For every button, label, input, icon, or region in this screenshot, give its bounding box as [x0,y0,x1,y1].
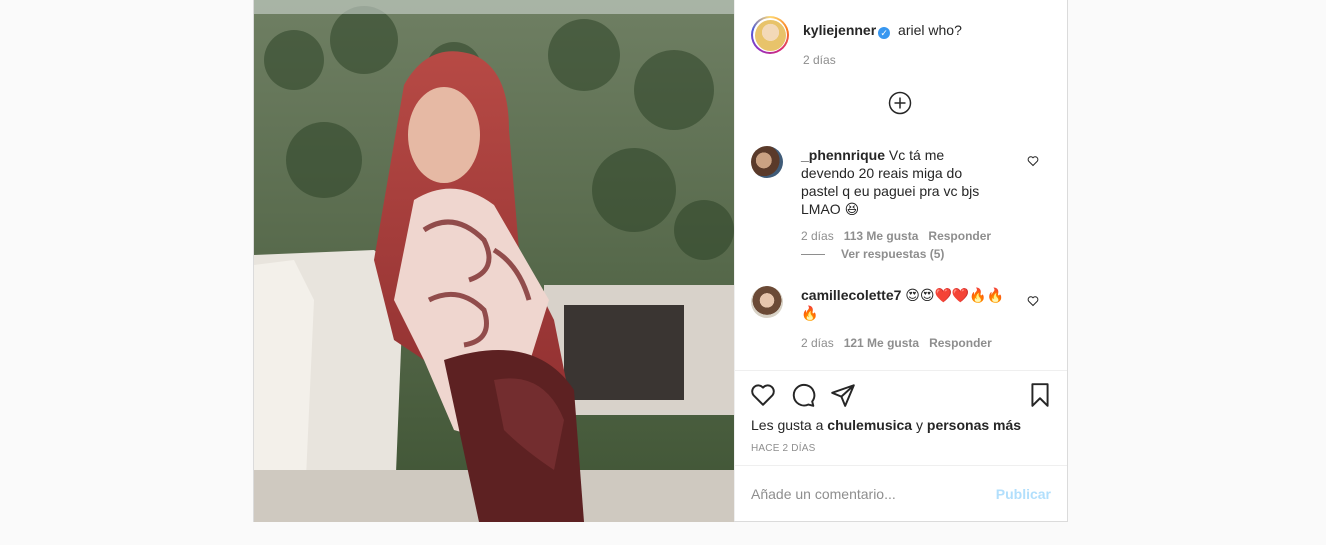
owner-avatar[interactable] [751,16,789,54]
comment-icon[interactable] [790,382,816,408]
action-bar: Les gusta a chulemusica y personas más H… [735,370,1067,465]
reply-button[interactable]: Responder [928,229,991,243]
caption-row: kyliejenner ✓ ariel who? 2 días [751,16,1051,67]
post-sidebar: kyliejenner ✓ ariel who? 2 días _phennriq… [734,0,1067,521]
likes-summary: Les gusta a chulemusica y personas más [751,417,1021,433]
comment-item: camillecolette7 😍😍❤️❤️🔥🔥🔥 2 días 121 Me g… [751,286,1051,350]
comment-username[interactable]: camillecolette7 [801,287,901,303]
caption-text: ariel who? [898,22,962,38]
avatar[interactable] [751,286,783,318]
publish-button[interactable]: Publicar [996,486,1051,502]
comment-like-icon[interactable] [1027,155,1039,167]
comment-likes[interactable]: 113 Me gusta [844,229,919,243]
verified-badge-icon: ✓ [878,27,891,39]
reply-button[interactable]: Responder [929,336,992,350]
bookmark-icon[interactable] [1027,382,1053,408]
comment-username[interactable]: _phennrique [801,147,885,163]
heart-icon[interactable] [750,382,776,408]
add-comment-bar: Añade un comentario... Publicar [735,465,1067,521]
comment-item: _phennrique Vc tá me devendo 20 reais mi… [751,146,1051,243]
likes-prefix: Les gusta a [751,417,824,433]
comment-like-icon[interactable] [1027,295,1039,307]
share-icon[interactable] [830,382,856,408]
likes-and: y [916,417,923,433]
owner-username[interactable]: kyliejenner [803,22,876,38]
post-modal: kyliejenner ✓ ariel who? 2 días _phennriq… [253,0,1068,522]
caption-time[interactable]: 2 días [803,53,962,67]
replies-divider [801,253,825,255]
post-timestamp[interactable]: HACE 2 DÍAS [751,443,815,454]
likes-others[interactable]: personas más [927,417,1021,433]
post-photo[interactable] [254,0,734,522]
avatar[interactable] [751,146,783,178]
view-replies-button[interactable]: Ver respuestas (5) [801,247,944,261]
comments-area[interactable]: kyliejenner ✓ ariel who? 2 días _phennriq… [735,0,1067,370]
comment-likes[interactable]: 121 Me gusta [844,336,919,350]
comment-time[interactable]: 2 días [801,336,834,350]
comment-time[interactable]: 2 días [801,229,834,243]
comment-input[interactable]: Añade un comentario... [751,486,896,502]
plus-circle-icon[interactable] [888,91,912,115]
likes-user[interactable]: chulemusica [827,417,912,433]
view-replies-label[interactable]: Ver respuestas (5) [841,247,944,261]
